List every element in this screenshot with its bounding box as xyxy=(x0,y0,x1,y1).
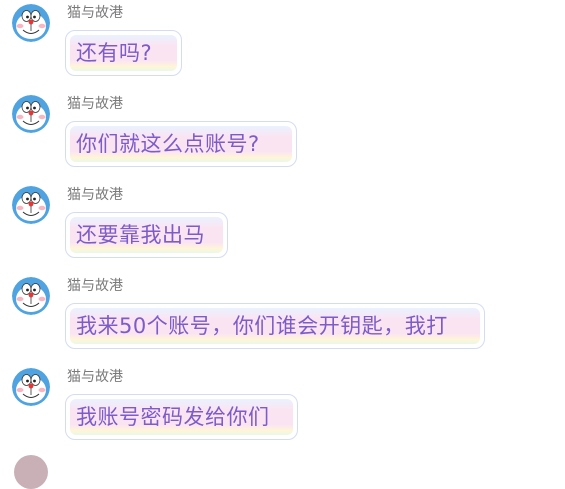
sender-name: 猫与故港 xyxy=(67,5,123,21)
doraemon-avatar-icon xyxy=(12,277,50,315)
doraemon-avatar-icon xyxy=(12,95,50,133)
chat-message: 猫与故港 还要靠我出马 xyxy=(0,182,565,262)
sender-name: 猫与故港 xyxy=(67,369,123,385)
sender-name: 猫与故港 xyxy=(67,96,123,112)
message-bubble[interactable]: 你们就这么点账号? xyxy=(65,121,297,167)
avatar[interactable] xyxy=(12,95,50,133)
chat-message: 猫与故港 还有吗? xyxy=(0,0,565,80)
message-text: 你们就这么点账号? xyxy=(76,132,260,156)
doraemon-avatar-icon xyxy=(12,368,50,406)
message-bubble[interactable]: 我来50个账号，你们谁会开钥匙，我打 xyxy=(65,303,485,349)
chat-message: 猫与故港 你们就这么点账号? xyxy=(0,91,565,171)
next-avatar-partial[interactable] xyxy=(14,455,48,489)
sender-name: 猫与故港 xyxy=(67,278,123,294)
sender-name: 猫与故港 xyxy=(67,187,123,203)
message-text: 还要靠我出马 xyxy=(76,223,205,247)
message-text: 还有吗? xyxy=(76,41,153,65)
avatar[interactable] xyxy=(12,186,50,224)
message-bubble[interactable]: 还有吗? xyxy=(65,30,182,76)
avatar[interactable] xyxy=(12,4,50,42)
message-text: 我账号密码发给你们 xyxy=(76,405,270,429)
doraemon-avatar-icon xyxy=(12,186,50,224)
chat-message: 猫与故港 我账号密码发给你们 xyxy=(0,364,565,444)
message-bubble[interactable]: 还要靠我出马 xyxy=(65,212,228,258)
avatar[interactable] xyxy=(12,277,50,315)
message-text: 我来50个账号，你们谁会开钥匙，我打 xyxy=(76,314,448,338)
chat-message: 猫与故港 我来50个账号，你们谁会开钥匙，我打 xyxy=(0,273,565,353)
doraemon-avatar-icon xyxy=(12,4,50,42)
avatar[interactable] xyxy=(12,368,50,406)
message-bubble[interactable]: 我账号密码发给你们 xyxy=(65,394,298,440)
